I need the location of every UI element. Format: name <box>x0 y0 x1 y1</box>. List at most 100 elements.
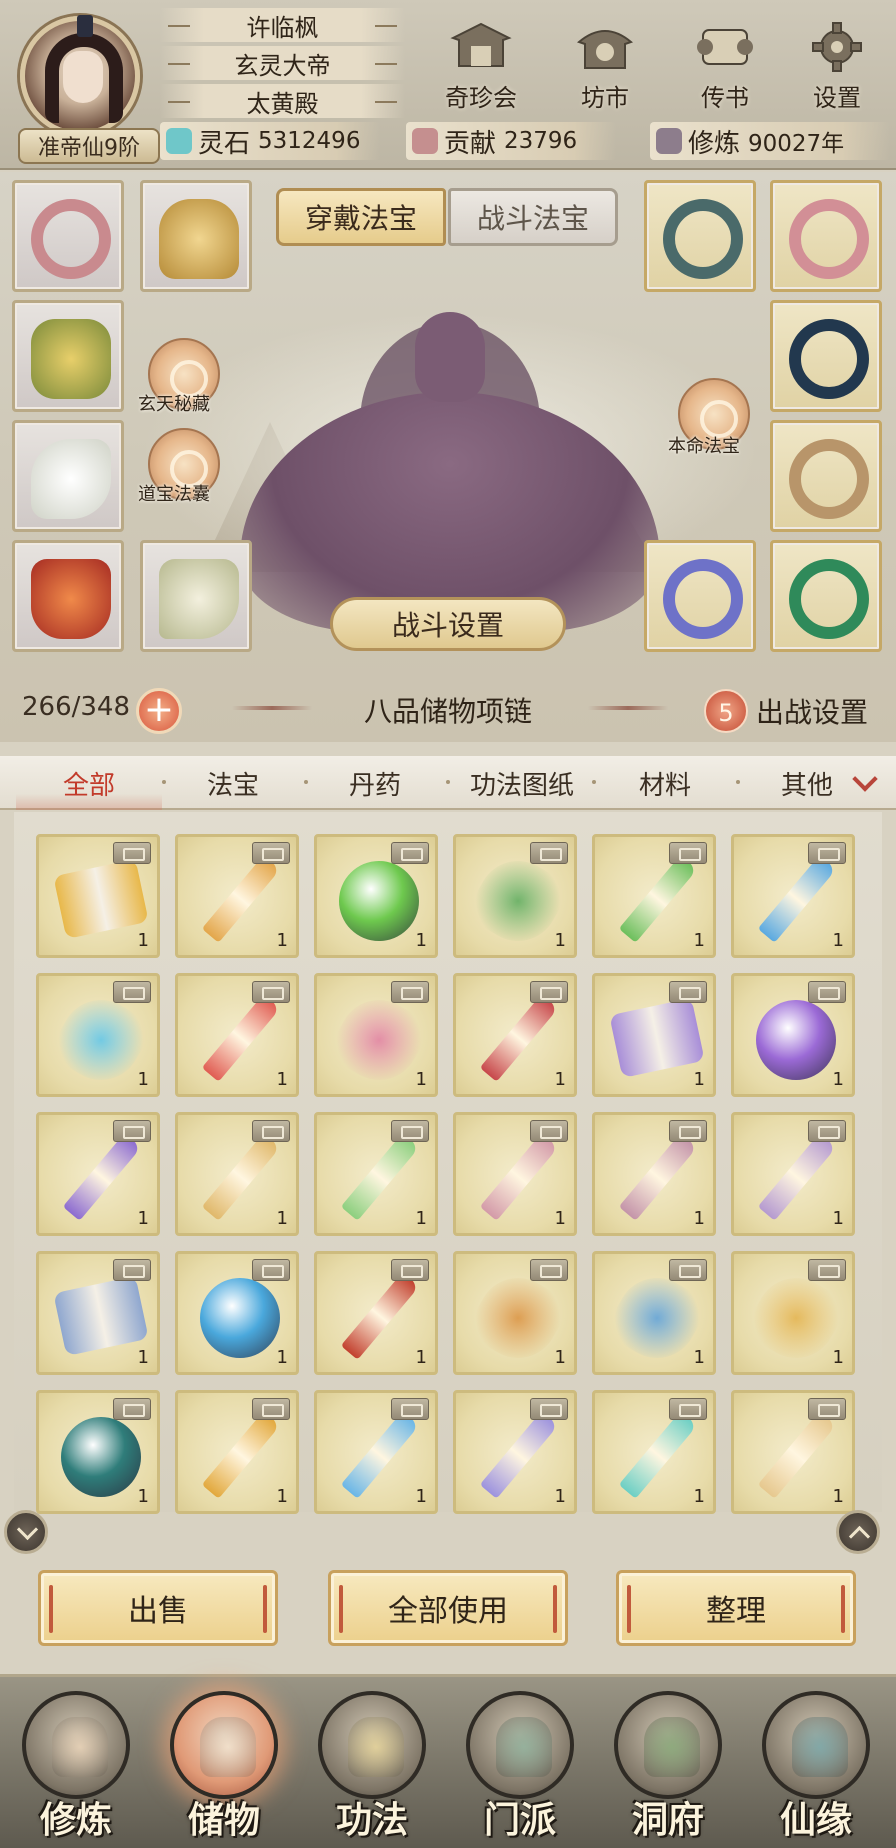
inventory-item[interactable]: 1 <box>314 1112 438 1236</box>
sort-button[interactable]: 整理 <box>616 1570 856 1646</box>
equip-slot-ring-5[interactable] <box>644 540 756 652</box>
lock-icon[interactable] <box>808 1120 846 1142</box>
lock-icon[interactable] <box>669 1259 707 1281</box>
inventory-item[interactable]: 1 <box>592 1112 716 1236</box>
inventory-item[interactable]: 1 <box>592 1251 716 1375</box>
lock-icon[interactable] <box>113 1259 151 1281</box>
inventory-item[interactable]: 1 <box>175 973 299 1097</box>
tab-materials[interactable]: 材料 <box>598 756 732 810</box>
lock-icon[interactable] <box>113 981 151 1003</box>
lock-icon[interactable] <box>252 1259 290 1281</box>
inventory-item[interactable]: 1 <box>453 1251 577 1375</box>
lock-icon[interactable] <box>808 1398 846 1420</box>
inventory-item[interactable]: 1 <box>175 834 299 958</box>
equip-slot-ring-4[interactable] <box>770 420 882 532</box>
inventory-item[interactable]: 1 <box>453 834 577 958</box>
lock-icon[interactable] <box>530 1398 568 1420</box>
lock-icon[interactable] <box>391 842 429 864</box>
tab-battle-treasures[interactable]: 战斗法宝 <box>448 188 618 246</box>
lock-icon[interactable] <box>252 1398 290 1420</box>
inventory-item[interactable]: 1 <box>731 834 855 958</box>
inventory-item[interactable]: 1 <box>731 973 855 1097</box>
lock-icon[interactable] <box>669 1398 707 1420</box>
lock-icon[interactable] <box>808 842 846 864</box>
inventory-item[interactable]: 1 <box>592 1390 716 1514</box>
battle-settings-button[interactable]: 战斗设置 <box>330 597 566 651</box>
inventory-item[interactable]: 1 <box>453 973 577 1097</box>
lock-icon[interactable] <box>669 981 707 1003</box>
inventory-item[interactable]: 1 <box>731 1112 855 1236</box>
inventory-item[interactable]: 1 <box>731 1251 855 1375</box>
inventory-item[interactable]: 1 <box>592 973 716 1097</box>
equip-slot-boots[interactable] <box>140 540 252 652</box>
deploy-settings-button[interactable]: 5 出战设置 <box>704 686 868 736</box>
lock-icon[interactable] <box>808 1259 846 1281</box>
equip-slot-leggings[interactable] <box>12 540 124 652</box>
equip-slot-ring-3[interactable] <box>770 300 882 412</box>
lock-icon[interactable] <box>530 1259 568 1281</box>
avatar[interactable] <box>20 15 140 136</box>
scroll-up-button[interactable] <box>836 1510 880 1554</box>
equip-slot-helmet[interactable] <box>140 180 252 292</box>
player-avatar-frame[interactable]: 准帝仙9阶 <box>12 10 160 164</box>
chevron-down-icon[interactable] <box>852 768 880 796</box>
lock-icon[interactable] <box>252 981 290 1003</box>
nav-storage-bag[interactable]: 储物 <box>154 1691 294 1848</box>
lock-icon[interactable] <box>669 842 707 864</box>
inventory-item[interactable]: 1 <box>314 834 438 958</box>
tab-treasures[interactable]: 法宝 <box>166 756 300 810</box>
inventory-item[interactable]: 1 <box>314 1251 438 1375</box>
tab-technique-scrolls[interactable]: 功法图纸 <box>450 756 594 810</box>
nav-scroll-book[interactable]: 功法 <box>302 1691 442 1848</box>
inventory-item[interactable]: 1 <box>175 1112 299 1236</box>
lock-icon[interactable] <box>530 842 568 864</box>
inventory-item[interactable]: 1 <box>36 1390 160 1514</box>
lock-icon[interactable] <box>669 1120 707 1142</box>
settings-button[interactable]: 设置 <box>792 20 882 112</box>
tab-pills[interactable]: 丹药 <box>308 756 442 810</box>
lock-icon[interactable] <box>391 1259 429 1281</box>
lock-icon[interactable] <box>530 1120 568 1142</box>
lock-icon[interactable] <box>113 1120 151 1142</box>
inventory-item[interactable]: 1 <box>36 834 160 958</box>
inventory-item[interactable]: 1 <box>453 1112 577 1236</box>
lock-icon[interactable] <box>391 1398 429 1420</box>
expand-bag-button[interactable]: + <box>136 688 182 734</box>
lock-icon[interactable] <box>113 842 151 864</box>
sell-button[interactable]: 出售 <box>38 1570 278 1646</box>
tab-all[interactable]: 全部 <box>16 756 162 810</box>
nav-fate-swirl[interactable]: 仙缘 <box>746 1691 886 1848</box>
inventory-item[interactable]: 1 <box>314 973 438 1097</box>
nav-sect-gate[interactable]: 门派 <box>450 1691 590 1848</box>
inventory-item[interactable]: 1 <box>314 1390 438 1514</box>
equip-slot-ring-6[interactable] <box>770 540 882 652</box>
equip-slot-armor[interactable] <box>12 300 124 412</box>
inventory-item[interactable]: 1 <box>175 1390 299 1514</box>
inventory-item[interactable]: 1 <box>36 1112 160 1236</box>
tab-wear-treasures[interactable]: 穿戴法宝 <box>276 188 446 246</box>
inventory-item[interactable]: 1 <box>175 1251 299 1375</box>
use-all-button[interactable]: 全部使用 <box>328 1570 568 1646</box>
equip-slot-bracelet[interactable] <box>12 180 124 292</box>
inventory-item[interactable]: 1 <box>453 1390 577 1514</box>
inventory-item[interactable]: 1 <box>36 1251 160 1375</box>
market-button[interactable]: 坊市 <box>560 20 650 112</box>
lock-icon[interactable] <box>252 842 290 864</box>
letter-button[interactable]: 传书 <box>680 20 770 112</box>
equip-slot-gloves[interactable] <box>12 420 124 532</box>
equip-slot-ring-2[interactable] <box>770 180 882 292</box>
lock-icon[interactable] <box>808 981 846 1003</box>
nav-cultivation[interactable]: 修炼 <box>6 1691 146 1848</box>
lock-icon[interactable] <box>113 1398 151 1420</box>
lock-icon[interactable] <box>252 1120 290 1142</box>
lock-icon[interactable] <box>391 1120 429 1142</box>
equip-slot-ring-1[interactable] <box>644 180 756 292</box>
lock-icon[interactable] <box>391 981 429 1003</box>
inventory-item[interactable]: 1 <box>592 834 716 958</box>
scroll-down-button[interactable] <box>4 1510 48 1554</box>
inventory-item[interactable]: 1 <box>36 973 160 1097</box>
nav-cave-mansion[interactable]: 洞府 <box>598 1691 738 1848</box>
lock-icon[interactable] <box>530 981 568 1003</box>
treasure-pavilion-button[interactable]: 奇珍会 <box>436 20 526 112</box>
inventory-item[interactable]: 1 <box>731 1390 855 1514</box>
